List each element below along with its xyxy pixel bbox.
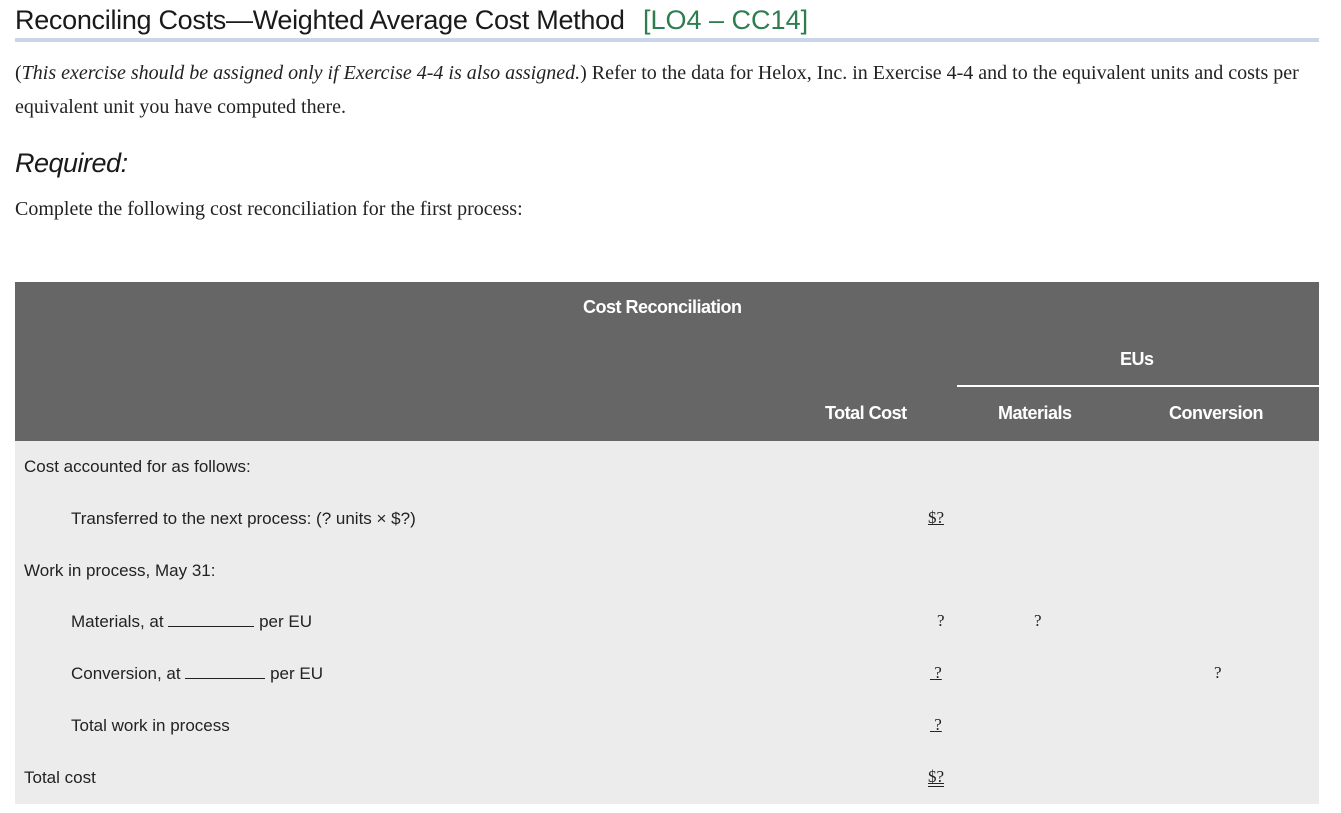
conversion-label-suffix: per EU: [270, 664, 324, 683]
intro-paren-close: ): [580, 62, 587, 84]
intro-italic-note: This exercise should be assigned only if…: [21, 62, 581, 84]
row-accounted-label: Cost accounted for as follows:: [24, 457, 251, 476]
transferred-total-cost: $?: [928, 508, 945, 527]
table-caption: Cost Reconciliation: [583, 297, 742, 317]
materials-eu: ?: [1034, 611, 1042, 630]
row-transferred-label: Transferred to the next process: (? unit…: [71, 509, 416, 528]
page-title: Reconciling Costs—Weighted Average Cost …: [15, 5, 625, 35]
materials-rate-blank: [168, 625, 255, 627]
conversion-rate-blank: [185, 677, 266, 679]
row-total-wip-label: Total work in process: [71, 716, 230, 735]
conversion-total-cost: ​ ?: [930, 663, 942, 682]
column-header-total-cost: Total Cost: [825, 403, 907, 423]
materials-label-prefix: Materials, at: [71, 612, 164, 631]
intro-paren-open: (: [15, 62, 22, 84]
intro-paragraph: (This exercise should be assigned only i…: [15, 56, 1325, 124]
conversion-label-prefix: Conversion, at: [71, 664, 181, 683]
column-header-conversion: Conversion: [1169, 403, 1264, 423]
cost-reconciliation-table: Cost Reconciliation EUs Total Cost Mater…: [15, 282, 1319, 804]
materials-total-cost: ?: [937, 611, 945, 630]
table-header: Cost Reconciliation EUs Total Cost Mater…: [15, 282, 1319, 441]
column-header-materials: Materials: [998, 403, 1072, 423]
row-conversion-label: Conversion, at per EU: [71, 664, 323, 684]
total-cost-value: $?: [928, 767, 945, 786]
row-wip-label: Work in process, May 31:: [24, 561, 216, 580]
row-materials-label: Materials, at per EU: [71, 612, 312, 632]
total-wip-total-cost: ​ ?: [930, 715, 942, 734]
page-title-bar: Reconciling Costs—Weighted Average Cost …: [15, 2, 1319, 42]
eus-header-rule: [957, 385, 1319, 387]
conversion-eu: ?: [1214, 663, 1222, 682]
instruction-text: Complete the following cost reconciliati…: [15, 198, 523, 220]
row-total-cost-label: Total cost: [24, 768, 96, 787]
eus-header: EUs: [1120, 349, 1154, 369]
learning-objective-tag: [LO4 – CC14]: [643, 5, 809, 35]
required-heading: Required:: [15, 148, 128, 178]
materials-label-suffix: per EU: [259, 612, 312, 631]
